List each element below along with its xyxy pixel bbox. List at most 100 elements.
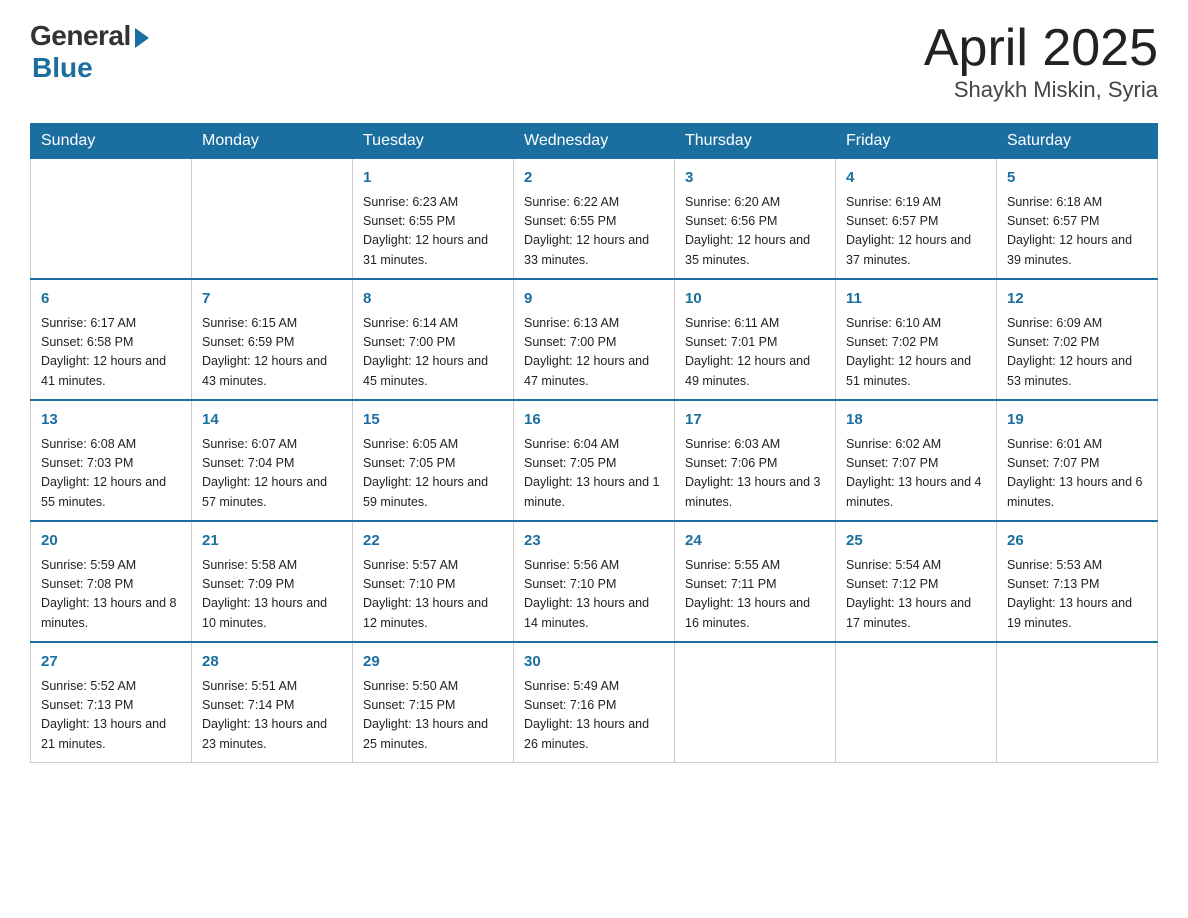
day-number: 21 xyxy=(202,530,342,553)
day-info: Sunrise: 6:10 AMSunset: 7:02 PMDaylight:… xyxy=(846,314,986,392)
calendar-week-row: 20 Sunrise: 5:59 AMSunset: 7:08 PMDayligh… xyxy=(31,521,1158,642)
day-number: 30 xyxy=(524,651,664,674)
calendar-cell: 7Sunrise: 6:15 AMSunset: 6:59 PMDaylight… xyxy=(192,279,353,400)
calendar-cell xyxy=(192,159,353,280)
day-number: 2 xyxy=(524,167,664,190)
logo-general-text: General xyxy=(30,20,131,52)
day-info: Sunrise: 6:17 AMSunset: 6:58 PMDaylight:… xyxy=(41,314,181,392)
day-info: Sunrise: 6:07 AMSunset: 7:04 PMDaylight:… xyxy=(202,435,342,513)
day-info: Sunrise: 5:57 AMSunset: 7:10 PMDaylight:… xyxy=(363,556,503,634)
day-number: 29 xyxy=(363,651,503,674)
day-number: 1 xyxy=(363,167,503,190)
calendar-cell: 30Sunrise: 5:49 AMSunset: 7:16 PMDayligh… xyxy=(514,642,675,763)
calendar-cell: 17 Sunrise: 6:03 AMSunset: 7:06 PMDayligh… xyxy=(675,400,836,521)
calendar-cell: 3Sunrise: 6:20 AMSunset: 6:56 PMDaylight… xyxy=(675,159,836,280)
day-number: 23 xyxy=(524,530,664,553)
day-number: 24 xyxy=(685,530,825,553)
day-info: Sunrise: 5:59 AMSunset: 7:08 PMDaylight:… xyxy=(41,556,181,634)
day-info: Sunrise: 5:58 AMSunset: 7:09 PMDaylight:… xyxy=(202,556,342,634)
day-info: Sunrise: 6:04 AMSunset: 7:05 PMDaylight:… xyxy=(524,435,664,513)
day-info: Sunrise: 6:03 AMSunset: 7:06 PMDaylight:… xyxy=(685,435,825,513)
day-number: 9 xyxy=(524,288,664,311)
calendar-week-row: 13 Sunrise: 6:08 AMSunset: 7:03 PMDayligh… xyxy=(31,400,1158,521)
day-number: 10 xyxy=(685,288,825,311)
calendar-cell: 16Sunrise: 6:04 AMSunset: 7:05 PMDayligh… xyxy=(514,400,675,521)
day-info: Sunrise: 5:54 AMSunset: 7:12 PMDaylight:… xyxy=(846,556,986,634)
day-number: 6 xyxy=(41,288,181,311)
day-number: 15 xyxy=(363,409,503,432)
calendar-cell: 20 Sunrise: 5:59 AMSunset: 7:08 PMDayligh… xyxy=(31,521,192,642)
day-info: Sunrise: 6:01 AMSunset: 7:07 PMDaylight:… xyxy=(1007,435,1147,513)
day-number: 27 xyxy=(41,651,181,674)
header-sunday: Sunday xyxy=(31,124,192,159)
day-info: Sunrise: 6:09 AMSunset: 7:02 PMDaylight:… xyxy=(1007,314,1147,392)
day-number: 8 xyxy=(363,288,503,311)
calendar-week-row: 1Sunrise: 6:23 AMSunset: 6:55 PMDaylight… xyxy=(31,159,1158,280)
calendar-cell: 13 Sunrise: 6:08 AMSunset: 7:03 PMDayligh… xyxy=(31,400,192,521)
calendar-cell: 5 Sunrise: 6:18 AMSunset: 6:57 PMDaylight… xyxy=(997,159,1158,280)
logo: General Blue xyxy=(30,20,149,84)
day-number: 17 xyxy=(685,409,825,432)
calendar-cell xyxy=(675,642,836,763)
header: General Blue April 2025 Shaykh Miskin, S… xyxy=(30,20,1158,103)
day-info: Sunrise: 6:02 AMSunset: 7:07 PMDaylight:… xyxy=(846,435,986,513)
calendar-cell: 15 Sunrise: 6:05 AMSunset: 7:05 PMDayligh… xyxy=(353,400,514,521)
day-number: 14 xyxy=(202,409,342,432)
calendar-cell xyxy=(31,159,192,280)
logo-blue-text: Blue xyxy=(32,52,93,84)
day-number: 20 xyxy=(41,530,181,553)
calendar-cell: 19 Sunrise: 6:01 AMSunset: 7:07 PMDayligh… xyxy=(997,400,1158,521)
day-info: Sunrise: 6:08 AMSunset: 7:03 PMDaylight:… xyxy=(41,435,181,513)
day-info: Sunrise: 5:51 AMSunset: 7:14 PMDaylight:… xyxy=(202,677,342,755)
day-number: 28 xyxy=(202,651,342,674)
location-title: Shaykh Miskin, Syria xyxy=(924,77,1158,103)
calendar-cell: 10 Sunrise: 6:11 AMSunset: 7:01 PMDayligh… xyxy=(675,279,836,400)
calendar-cell: 24 Sunrise: 5:55 AMSunset: 7:11 PMDayligh… xyxy=(675,521,836,642)
month-title: April 2025 xyxy=(924,20,1158,77)
calendar-cell: 25 Sunrise: 5:54 AMSunset: 7:12 PMDayligh… xyxy=(836,521,997,642)
calendar-cell: 28 Sunrise: 5:51 AMSunset: 7:14 PMDayligh… xyxy=(192,642,353,763)
day-number: 13 xyxy=(41,409,181,432)
day-info: Sunrise: 6:18 AMSunset: 6:57 PMDaylight:… xyxy=(1007,193,1147,271)
calendar-cell: 18 Sunrise: 6:02 AMSunset: 7:07 PMDayligh… xyxy=(836,400,997,521)
calendar-week-row: 6 Sunrise: 6:17 AMSunset: 6:58 PMDaylight… xyxy=(31,279,1158,400)
calendar-cell: 21 Sunrise: 5:58 AMSunset: 7:09 PMDayligh… xyxy=(192,521,353,642)
day-number: 26 xyxy=(1007,530,1147,553)
header-thursday: Thursday xyxy=(675,124,836,159)
day-info: Sunrise: 6:11 AMSunset: 7:01 PMDaylight:… xyxy=(685,314,825,392)
day-info: Sunrise: 6:22 AMSunset: 6:55 PMDaylight:… xyxy=(524,193,664,271)
header-tuesday: Tuesday xyxy=(353,124,514,159)
day-number: 3 xyxy=(685,167,825,190)
day-number: 5 xyxy=(1007,167,1147,190)
day-info: Sunrise: 5:50 AMSunset: 7:15 PMDaylight:… xyxy=(363,677,503,755)
day-number: 25 xyxy=(846,530,986,553)
calendar-cell: 11 Sunrise: 6:10 AMSunset: 7:02 PMDayligh… xyxy=(836,279,997,400)
header-saturday: Saturday xyxy=(997,124,1158,159)
calendar-cell: 12Sunrise: 6:09 AMSunset: 7:02 PMDayligh… xyxy=(997,279,1158,400)
day-info: Sunrise: 5:55 AMSunset: 7:11 PMDaylight:… xyxy=(685,556,825,634)
day-number: 22 xyxy=(363,530,503,553)
day-number: 7 xyxy=(202,288,342,311)
day-info: Sunrise: 6:05 AMSunset: 7:05 PMDaylight:… xyxy=(363,435,503,513)
day-number: 18 xyxy=(846,409,986,432)
calendar-cell: 2 Sunrise: 6:22 AMSunset: 6:55 PMDaylight… xyxy=(514,159,675,280)
title-area: April 2025 Shaykh Miskin, Syria xyxy=(924,20,1158,103)
calendar-cell: 9Sunrise: 6:13 AMSunset: 7:00 PMDaylight… xyxy=(514,279,675,400)
calendar-cell: 6 Sunrise: 6:17 AMSunset: 6:58 PMDaylight… xyxy=(31,279,192,400)
calendar-cell: 14 Sunrise: 6:07 AMSunset: 7:04 PMDayligh… xyxy=(192,400,353,521)
header-wednesday: Wednesday xyxy=(514,124,675,159)
calendar-cell: 26 Sunrise: 5:53 AMSunset: 7:13 PMDayligh… xyxy=(997,521,1158,642)
day-info: Sunrise: 5:53 AMSunset: 7:13 PMDaylight:… xyxy=(1007,556,1147,634)
header-monday: Monday xyxy=(192,124,353,159)
logo-arrow-icon xyxy=(135,28,149,48)
calendar-table: Sunday Monday Tuesday Wednesday Thursday… xyxy=(30,123,1158,763)
calendar-cell: 8Sunrise: 6:14 AMSunset: 7:00 PMDaylight… xyxy=(353,279,514,400)
weekday-header-row: Sunday Monday Tuesday Wednesday Thursday… xyxy=(31,124,1158,159)
calendar-cell xyxy=(997,642,1158,763)
day-number: 11 xyxy=(846,288,986,311)
calendar-week-row: 27Sunrise: 5:52 AMSunset: 7:13 PMDayligh… xyxy=(31,642,1158,763)
calendar-cell xyxy=(836,642,997,763)
day-number: 19 xyxy=(1007,409,1147,432)
calendar-cell: 23Sunrise: 5:56 AMSunset: 7:10 PMDayligh… xyxy=(514,521,675,642)
calendar-cell: 22 Sunrise: 5:57 AMSunset: 7:10 PMDayligh… xyxy=(353,521,514,642)
